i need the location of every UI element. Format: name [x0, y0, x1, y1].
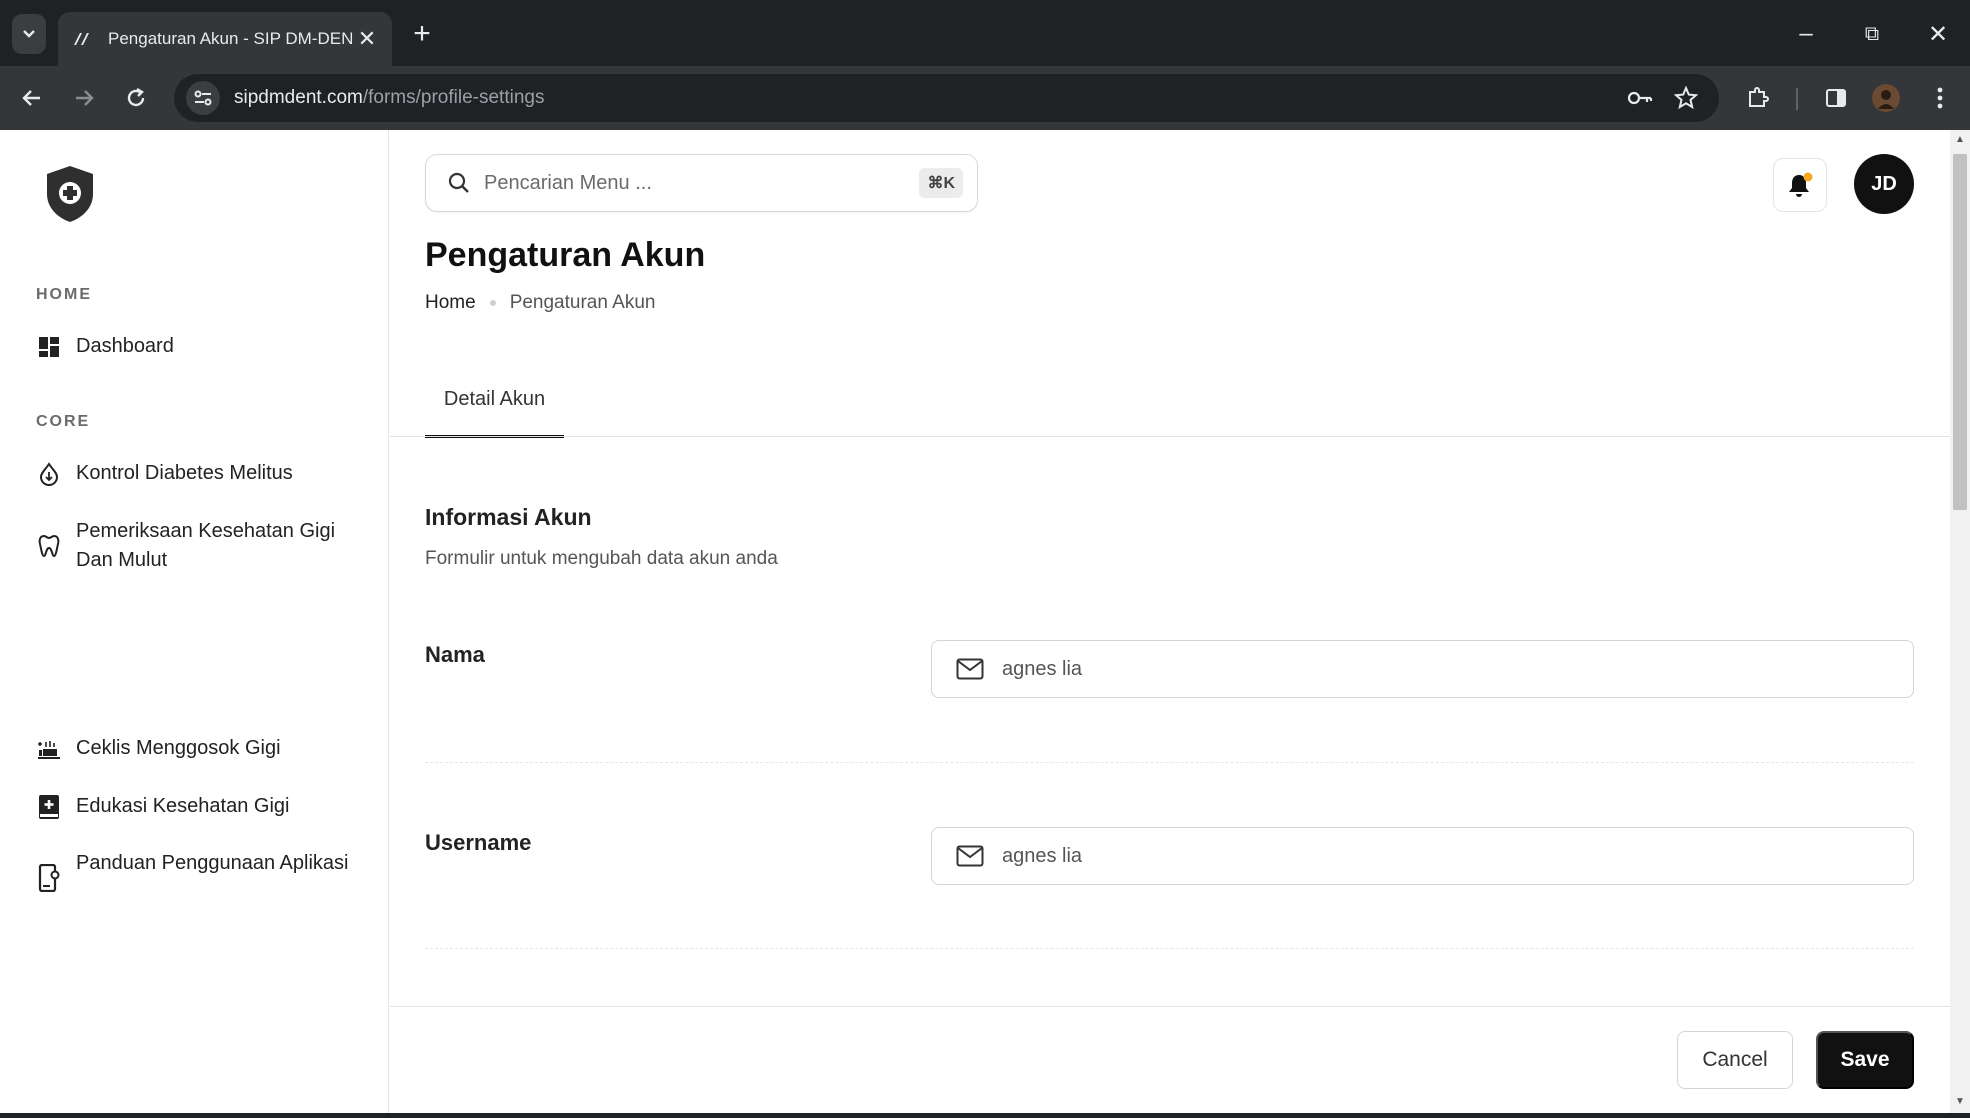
window-bottom-edge [0, 1113, 1970, 1118]
browser-menu-icon[interactable] [1920, 78, 1960, 118]
forward-button[interactable] [62, 76, 106, 120]
blood-drop-icon [36, 459, 62, 488]
sidebar-item-pemeriksaan-gigi[interactable]: Pemeriksaan Kesehatan Gigi Dan Mulut [36, 517, 376, 575]
sidebar-item-dashboard[interactable]: Dashboard [36, 332, 376, 361]
main-content: Pencarian Menu ... ⌘K JD Pengaturan Akun… [390, 130, 1950, 1113]
chevron-down-icon [23, 30, 35, 38]
bookmark-star-icon[interactable] [1666, 78, 1706, 118]
sidebar-item-label: Kontrol Diabetes Melitus [76, 462, 293, 484]
mail-icon [956, 845, 984, 867]
menu-search-box[interactable]: Pencarian Menu ... ⌘K [425, 154, 978, 212]
bell-icon [1789, 172, 1813, 197]
address-bar[interactable]: sipdmdent.com/forms/profile-settings [174, 74, 1719, 122]
back-button[interactable] [10, 76, 54, 120]
browser-tab-bar: Pengaturan Akun - SIP DM-DEN ✕ + – ⧉ ✕ [0, 0, 1970, 66]
sidebar-item-kontrol-diabetes[interactable]: Kontrol Diabetes Melitus [36, 459, 376, 488]
sidebar-item-label: Ceklis Menggosok Gigi [76, 737, 281, 759]
sidebar-item-edukasi-gigi[interactable]: Edukasi Kesehatan Gigi [36, 792, 376, 821]
sidebar-item-label: Dashboard [76, 335, 174, 357]
reload-button[interactable] [114, 76, 158, 120]
reload-icon [127, 87, 145, 107]
cancel-button[interactable]: Cancel [1677, 1031, 1793, 1089]
sidebar-item-label: Pemeriksaan Kesehatan Gigi Dan Mulut [76, 520, 336, 571]
field-divider [425, 762, 1914, 763]
extensions-icon[interactable] [1738, 78, 1778, 118]
tab-close-icon[interactable]: ✕ [356, 26, 378, 52]
site-info-icon[interactable] [186, 81, 220, 115]
breadcrumb-home[interactable]: Home [425, 292, 476, 314]
username-input[interactable]: agnes lia [931, 827, 1914, 885]
tabs-divider [390, 436, 1950, 437]
sidebar: HOME Dashboard CORE Kontrol Diabetes Mel… [0, 130, 389, 1113]
checklist-icon [36, 734, 62, 763]
scroll-down-arrow-icon[interactable]: ▼ [1954, 1096, 1966, 1107]
tab-detail-akun[interactable]: Detail Akun [425, 380, 564, 438]
nama-input[interactable]: agnes lia [931, 640, 1914, 698]
tab-title: Pengaturan Akun - SIP DM-DEN [108, 29, 354, 48]
browser-tab-active[interactable]: Pengaturan Akun - SIP DM-DEN ✕ [58, 12, 392, 66]
url-text: sipdmdent.com/forms/profile-settings [234, 87, 545, 108]
phone-guide-icon [36, 849, 62, 907]
minimize-button[interactable]: – [1776, 12, 1836, 56]
web-page: HOME Dashboard CORE Kontrol Diabetes Mel… [0, 130, 1970, 1113]
user-avatar[interactable]: JD [1854, 154, 1914, 214]
form-footer: Cancel Save [390, 1006, 1950, 1113]
restore-button[interactable]: ⧉ [1842, 12, 1902, 56]
breadcrumb-separator [489, 300, 496, 306]
browser-toolbar: sipdmdent.com/forms/profile-settings [0, 66, 1970, 130]
nama-value: agnes lia [1002, 657, 1083, 680]
breadcrumb: Home Pengaturan Akun [425, 292, 655, 314]
sidebar-item-label: Edukasi Kesehatan Gigi [76, 795, 290, 817]
scrollbar-thumb[interactable] [1953, 154, 1967, 510]
new-tab-button[interactable]: + [404, 16, 440, 52]
username-value: agnes lia [1002, 844, 1083, 867]
sidebar-item-label: Panduan Penggunaan Aplikasi [76, 852, 349, 874]
scroll-up-arrow-icon[interactable]: ▲ [1954, 134, 1966, 145]
mail-icon [956, 658, 984, 680]
dashboard-icon [36, 332, 62, 361]
tab-search-button[interactable] [12, 14, 46, 54]
section-title: Informasi Akun [425, 504, 592, 530]
toolbar-divider [1796, 88, 1798, 110]
arrow-right-icon [76, 90, 94, 106]
sidebar-item-panduan-aplikasi[interactable]: Panduan Penggunaan Aplikasi [36, 849, 376, 907]
search-placeholder: Pencarian Menu ... [484, 171, 652, 194]
arrow-left-icon [22, 90, 40, 106]
breadcrumb-current: Pengaturan Akun [509, 292, 656, 313]
sidebar-section-home: HOME [36, 286, 92, 303]
profile-avatar-icon[interactable] [1866, 78, 1906, 118]
notification-dot [1803, 172, 1813, 182]
section-subtitle: Formulir untuk mengubah data akun anda [425, 548, 778, 569]
side-panel-icon[interactable] [1816, 78, 1856, 118]
search-shortcut-badge: ⌘K [919, 168, 963, 198]
field-divider [425, 948, 1914, 949]
search-icon [448, 172, 469, 193]
site-favicon-icon [74, 33, 89, 45]
sidebar-item-ceklis-menggosok[interactable]: Ceklis Menggosok Gigi [36, 734, 376, 763]
medical-book-icon [36, 792, 62, 821]
window-close-button[interactable]: ✕ [1908, 12, 1968, 56]
tooth-icon [36, 517, 62, 575]
field-label-username: Username [425, 830, 532, 855]
sidebar-section-core: CORE [36, 413, 91, 430]
field-label-nama: Nama [425, 642, 485, 667]
page-title: Pengaturan Akun [425, 236, 706, 274]
shield-cross-logo-icon[interactable] [44, 164, 96, 224]
save-button[interactable]: Save [1816, 1031, 1914, 1089]
page-scrollbar[interactable]: ▲ ▼ [1950, 130, 1970, 1113]
notification-button[interactable] [1773, 158, 1827, 212]
password-key-icon[interactable] [1620, 78, 1660, 118]
